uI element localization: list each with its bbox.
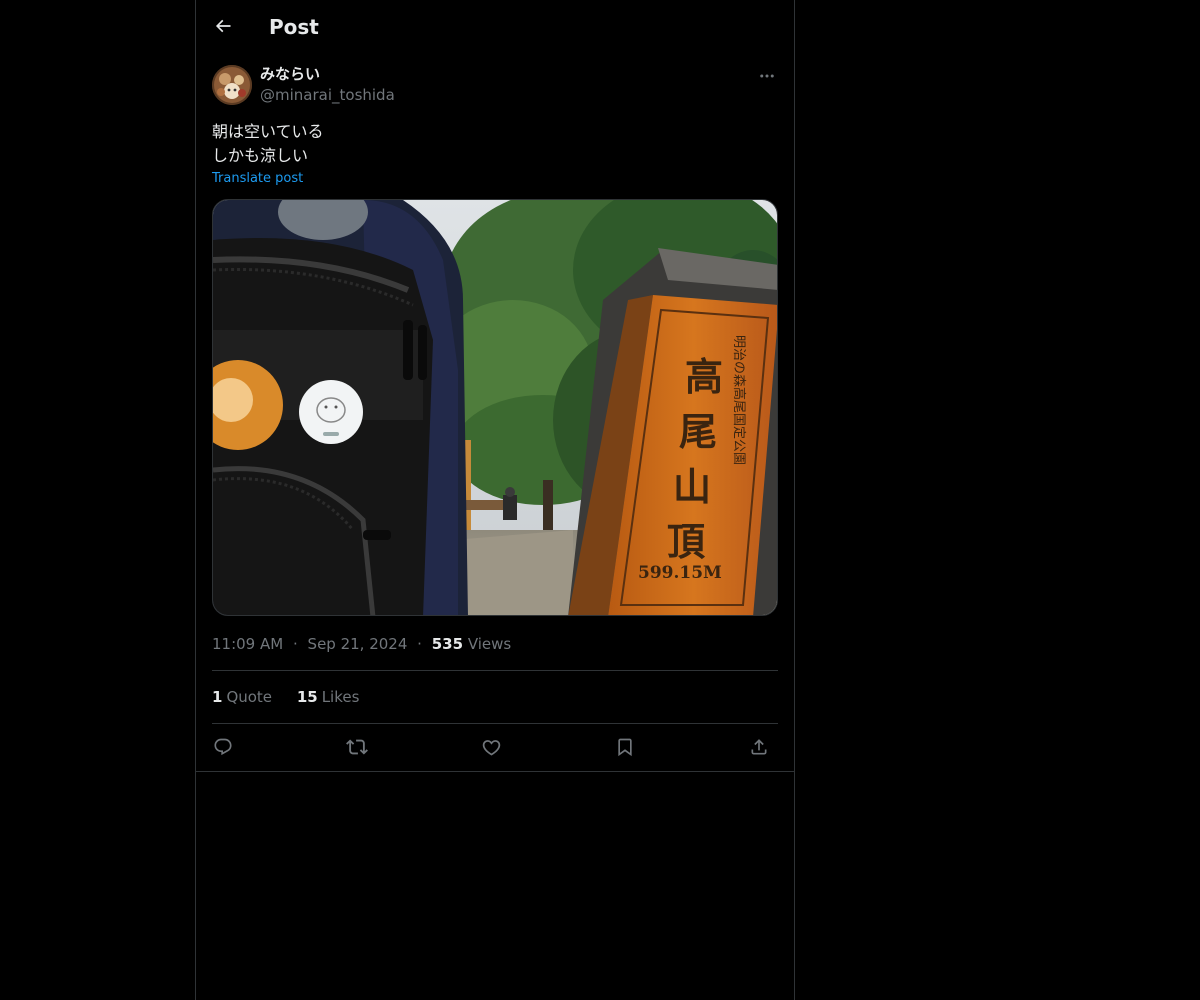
- sign-subtitle: 明治の森高尾国定公園: [731, 335, 747, 465]
- bookmark-button[interactable]: [610, 733, 640, 761]
- share-button[interactable]: [744, 733, 774, 761]
- likes-stat[interactable]: 15 Likes: [297, 687, 360, 707]
- page-title: Post: [269, 15, 319, 39]
- likes-count: 15: [296, 688, 318, 706]
- sign-char: 山: [673, 464, 711, 509]
- top-bar: Post: [196, 0, 794, 53]
- post-photo-image: 高 尾 山 頂 599.15M 明治の森高尾国定公園: [213, 200, 777, 615]
- repost-button[interactable]: [342, 733, 372, 761]
- sign-char: 高: [685, 354, 723, 399]
- quotes-count: 1: [212, 688, 223, 706]
- avatar[interactable]: [212, 65, 252, 105]
- bookmark-icon: [618, 738, 632, 757]
- quotes-label: Quote: [226, 688, 273, 706]
- post-stats: 1 Quote 15 Likes: [212, 687, 379, 707]
- author-handle[interactable]: @minarai_toshida: [260, 85, 395, 105]
- repost-icon: [346, 739, 368, 755]
- post-bottom-border: [196, 771, 794, 772]
- post-text-line: しかも涼しい: [212, 146, 309, 165]
- post-meta: 11:09 AM · Sep 21, 2024 · 535 Views: [212, 634, 511, 654]
- sign-char: 頂: [667, 519, 706, 564]
- views-label: Views: [467, 635, 512, 653]
- share-icon: [751, 739, 767, 755]
- action-bar: [212, 733, 778, 761]
- reply-icon: [214, 738, 232, 756]
- author-row: みならい @minarai_toshida: [212, 64, 778, 108]
- reply-button[interactable]: [208, 733, 238, 761]
- arrow-left-icon: [215, 19, 231, 33]
- meta-separator: ·: [417, 635, 422, 653]
- more-options-button[interactable]: [756, 66, 778, 86]
- quotes-stat[interactable]: 1 Quote: [212, 687, 272, 707]
- sign-elevation: 599.15M: [638, 563, 722, 583]
- divider: [212, 723, 778, 724]
- post-date[interactable]: Sep 21, 2024: [308, 635, 408, 653]
- sign-char: 尾: [679, 409, 717, 454]
- post-time[interactable]: 11:09 AM: [212, 635, 283, 653]
- more-horizontal-icon: [760, 74, 774, 78]
- post-photo[interactable]: 高 尾 山 頂 599.15M 明治の森高尾国定公園: [212, 199, 778, 616]
- post-text: 朝は空いている しかも涼しい: [212, 120, 778, 168]
- like-button[interactable]: [476, 733, 506, 761]
- divider: [212, 670, 778, 671]
- post-text-line: 朝は空いている: [212, 122, 324, 141]
- back-button[interactable]: [208, 11, 238, 41]
- author-display-name[interactable]: みならい: [260, 64, 320, 84]
- heart-icon: [482, 739, 500, 756]
- likes-label: Likes: [321, 688, 360, 706]
- views-count: 535: [431, 635, 464, 653]
- post-detail-column: Post みならい @minarai_toshida 朝は空いている しかも涼し…: [195, 0, 795, 1000]
- meta-separator: ·: [292, 635, 298, 653]
- translate-post-link[interactable]: Translate post: [212, 171, 303, 187]
